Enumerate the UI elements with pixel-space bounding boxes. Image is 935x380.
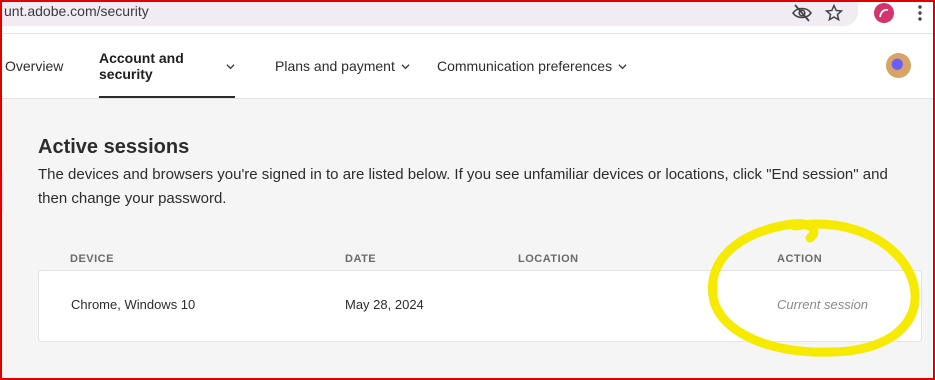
chevron-down-icon [401,62,410,71]
account-nav: Overview Account and security Plans and … [0,34,935,99]
url-text[interactable]: unt.adobe.com/security [4,3,149,19]
star-icon[interactable] [824,3,844,23]
page-title: Active sessions [38,136,190,158]
page-description: The devices and browsers you're signed i… [38,166,888,207]
tab-communication-preferences[interactable]: Communication preferences [437,34,627,98]
session-action: Current session [777,297,869,312]
browser-toolbar: unt.adobe.com/security [0,0,935,34]
column-header-action: ACTION [777,253,823,265]
session-date: May 28, 2024 [345,297,424,312]
tab-account-and-security[interactable]: Account and security [99,34,235,98]
tab-label: Account and security [99,50,184,82]
profile-icon[interactable] [874,3,894,23]
address-bar[interactable]: unt.adobe.com/security [0,0,858,26]
tab-label: Overview [5,58,64,74]
column-header-device: DEVICE [70,253,114,265]
tab-plans-and-payment[interactable]: Plans and payment [275,34,410,98]
chevron-down-icon [226,62,235,71]
column-header-date: DATE [345,253,377,265]
column-header-location: LOCATION [518,253,579,265]
eye-off-icon[interactable] [792,3,812,23]
tab-label: Plans and payment [275,58,395,74]
chevron-down-icon [618,62,627,71]
kebab-menu-icon[interactable] [910,3,930,23]
tab-overview[interactable]: Overview [5,34,63,98]
session-device: Chrome, Windows 10 [71,297,196,312]
tab-label: Communication preferences [437,58,613,74]
avatar[interactable] [886,53,911,78]
scroll-edge [0,172,4,212]
